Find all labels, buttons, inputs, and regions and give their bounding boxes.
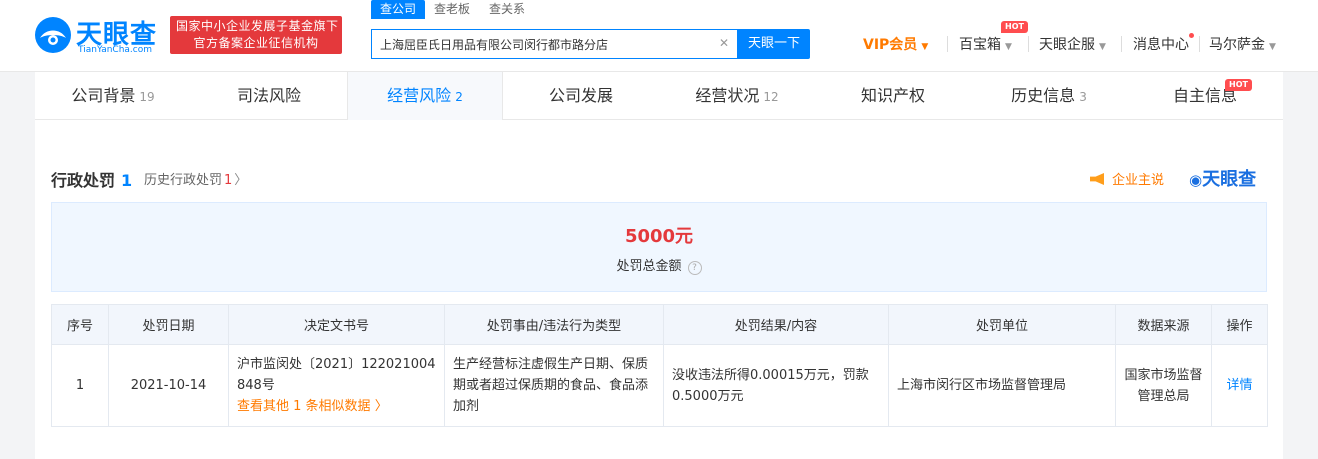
cell-reason: 生产经营标注虚假生产日期、保质期或者超过保质期的食品、食品添加剂: [444, 344, 664, 427]
tab-intellectual-property[interactable]: 知识产权: [815, 72, 971, 120]
baibao-menu[interactable]: 百宝箱 ▼: [959, 34, 1012, 54]
nav-divider: [1028, 36, 1029, 52]
tab-self-info[interactable]: 自主信息: [1127, 72, 1283, 120]
logo-eye-icon: [35, 17, 71, 53]
cell-no: 1: [51, 344, 109, 427]
badge-line1: 国家中小企业发展子基金旗下: [176, 19, 339, 33]
penalty-summary: 5000元 处罚总金额?: [51, 202, 1267, 292]
col-header: 决定文书号: [228, 304, 445, 345]
nav-divider: [1199, 36, 1200, 52]
col-header: 序号: [51, 304, 109, 345]
chevron-right-icon: 〉: [374, 399, 388, 414]
qifu-menu[interactable]: 天眼企服 ▼: [1039, 34, 1106, 54]
nav-divider: [1121, 36, 1122, 52]
clear-icon[interactable]: ✕: [719, 36, 729, 50]
col-header: 处罚结果/内容: [663, 304, 889, 345]
company-say-button[interactable]: 企业主说: [1090, 169, 1164, 188]
cell-date: 2021-10-14: [108, 344, 229, 427]
col-header: 操作: [1211, 304, 1268, 345]
tab-operating-status[interactable]: 经营状况 12: [659, 72, 815, 120]
section-title-text: 行政处罚: [51, 171, 116, 190]
tab-label: 经营风险: [387, 86, 452, 105]
eye-logo-icon: ◉: [1189, 171, 1203, 189]
tab-label: 历史信息: [1011, 86, 1076, 105]
company-say-label: 企业主说: [1112, 173, 1165, 188]
tianyancha-logo[interactable]: 天眼查 TianYanCha.com: [34, 13, 162, 59]
search-tab-boss[interactable]: 查老板: [434, 0, 470, 19]
tab-count: 12: [763, 90, 779, 104]
chevron-right-icon: 〉: [234, 173, 248, 188]
message-label: 消息中心: [1133, 37, 1189, 53]
search-tab-company[interactable]: 查公司: [371, 0, 426, 19]
tab-label: 公司背景: [71, 86, 136, 105]
cell-result: 没收违法所得0.00015万元，罚款0.5000万元: [663, 344, 889, 427]
cell-doc: 沪市监闵处〔2021〕122021004848号 查看其他 1 条相似数据 〉: [228, 344, 445, 427]
search-input[interactable]: [380, 30, 710, 58]
total-amount-label-row: 处罚总金额?: [52, 255, 1266, 275]
chevron-down-icon: ▼: [1269, 42, 1276, 52]
fund-badge: 国家中小企业发展子基金旗下 官方备案企业征信机构: [170, 16, 342, 54]
qifu-label: 天眼企服: [1039, 37, 1095, 53]
tab-count: 2: [455, 90, 463, 104]
history-count: 1: [224, 173, 233, 188]
col-header: 数据来源: [1115, 304, 1212, 345]
vip-menu[interactable]: VIP会员 ▼: [863, 34, 928, 54]
company-tabbar: 公司背景 19 司法风险 经营风险 2 公司发展 经营状况 12 知识产权 历史信息 3…: [35, 72, 1283, 120]
search-tab-relation[interactable]: 查关系: [489, 0, 525, 19]
watermark-text: 天眼查: [1202, 169, 1257, 190]
col-header: 处罚单位: [888, 304, 1116, 345]
badge-line2: 官方备案企业征信机构: [193, 36, 319, 50]
tab-label: 司法风险: [236, 86, 301, 105]
tab-company-background[interactable]: 公司背景 19: [35, 72, 191, 120]
user-menu[interactable]: 马尔萨金 ▼: [1209, 34, 1276, 54]
tab-judicial-risk[interactable]: 司法风险: [191, 72, 347, 120]
tianyancha-watermark: ◉天眼查: [1189, 165, 1256, 191]
tab-label: 知识产权: [860, 86, 925, 105]
total-amount-label: 处罚总金额: [616, 259, 682, 274]
table-row: 1 2021-10-14 沪市监闵处〔2021〕122021004848号 查看…: [51, 344, 1268, 427]
detail-link[interactable]: 详情: [1211, 344, 1268, 427]
similar-data-label: 查看其他 1 条相似数据: [237, 399, 371, 414]
tab-operating-risk[interactable]: 经营风险 2: [347, 72, 503, 120]
chevron-down-icon: ▼: [1005, 42, 1012, 52]
table-header-row: 序号 处罚日期 决定文书号 处罚事由/违法行为类型 处罚结果/内容 处罚单位 数…: [51, 304, 1268, 345]
total-amount: 5000元: [624, 226, 694, 247]
notification-dot: [1189, 33, 1194, 38]
col-header: 处罚事由/违法行为类型: [444, 304, 664, 345]
cell-unit: 上海市闵行区市场监督管理局: [888, 344, 1116, 427]
search-button[interactable]: 天眼一下: [738, 29, 810, 59]
top-header: 天眼查 TianYanCha.com 国家中小企业发展子基金旗下 官方备案企业征…: [0, 0, 1318, 72]
help-icon[interactable]: ?: [687, 261, 702, 275]
tab-label: 经营状况: [695, 86, 760, 105]
message-center[interactable]: 消息中心: [1133, 34, 1189, 54]
tab-count: 19: [139, 90, 155, 104]
section-count: 1: [121, 171, 133, 190]
chevron-down-icon: ▼: [921, 42, 929, 52]
speaker-icon: [1090, 173, 1104, 185]
baibao-label: 百宝箱: [959, 37, 1001, 53]
penalty-section: 行政处罚 1 历史行政处罚 1 〉 企业主说 ◉天眼查 5000元 处罚总金额? 序号…: [35, 120, 1283, 459]
tab-label: 公司发展: [548, 86, 613, 105]
tab-company-development[interactable]: 公司发展: [503, 72, 659, 120]
hot-badge: HOT: [1225, 79, 1252, 91]
search-box: ✕: [371, 29, 738, 59]
user-name: 马尔萨金: [1209, 37, 1265, 53]
history-penalty-link[interactable]: 历史行政处罚 1 〉: [144, 169, 247, 188]
tab-count: 3: [1079, 90, 1087, 104]
hot-badge: HOT: [1001, 21, 1028, 33]
logo-subtext: TianYanCha.com: [78, 45, 153, 55]
cell-source: 国家市场监督管理总局: [1115, 344, 1212, 427]
penalty-table: 序号 处罚日期 决定文书号 处罚事由/违法行为类型 处罚结果/内容 处罚单位 数…: [51, 304, 1268, 427]
similar-data-link[interactable]: 查看其他 1 条相似数据 〉: [237, 396, 436, 417]
doc-number: 沪市监闵处〔2021〕122021004848号: [237, 357, 436, 393]
col-header: 处罚日期: [108, 304, 229, 345]
history-label: 历史行政处罚: [144, 173, 223, 188]
nav-divider: [947, 36, 948, 52]
section-title: 行政处罚 1: [51, 167, 132, 191]
chevron-down-icon: ▼: [1099, 42, 1106, 52]
tab-history-info[interactable]: 历史信息 3: [971, 72, 1127, 120]
vip-label: VIP会员: [863, 37, 918, 53]
